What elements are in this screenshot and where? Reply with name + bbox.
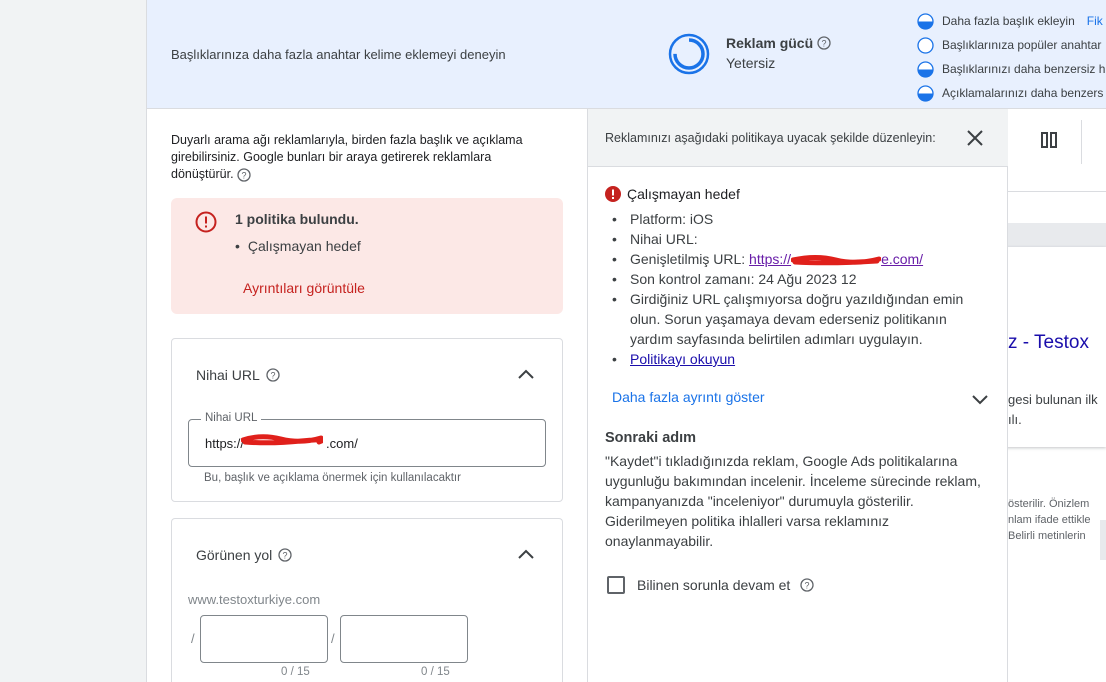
chevron-down-icon[interactable]: [968, 387, 992, 411]
continue-checkbox[interactable]: [607, 576, 625, 594]
preview-disclaimer-line: nlam ifade ettikle: [1008, 514, 1091, 526]
close-icon[interactable]: [965, 128, 985, 148]
final-url-section-title: Nihai URL ?: [196, 367, 280, 383]
chevron-up-icon[interactable]: [514, 543, 538, 567]
help-icon[interactable]: ?: [237, 168, 251, 182]
half-circle-icon: [917, 84, 934, 102]
rsa-intro-text: Duyarlı arama ağı reklamlarıyla, birden …: [171, 133, 523, 181]
chevron-up-icon[interactable]: [514, 363, 538, 387]
half-circle-icon: [917, 60, 934, 78]
path-separator: /: [191, 631, 195, 646]
display-path-section: Görünen yol ? www.testoxturkiye.com / / …: [171, 518, 563, 682]
final-url-prefix: https://: [205, 436, 245, 451]
suggestion-item[interactable]: Daha fazla başlık ekleyin Fik: [917, 9, 1106, 33]
policy-alert-title: 1 politika bulundu.: [235, 211, 359, 227]
ad-strength-ring-icon: [668, 33, 710, 75]
final-url-field-label: Nihai URL: [201, 412, 262, 424]
view-details-link[interactable]: Ayrıntıları görüntüle: [243, 280, 365, 296]
suggestion-item[interactable]: Açıklamalarınızı daha benzers: [917, 81, 1106, 105]
svg-text:?: ?: [805, 581, 810, 591]
scrollbar[interactable]: [1100, 520, 1106, 560]
suggestion-item[interactable]: Başlıklarınıza popüler anahtar: [917, 33, 1106, 57]
detail-last-check: Son kontrol zamanı: 24 Ağu 2023 12: [610, 269, 980, 289]
preview-disclaimer-line: Belirli metinlerin: [1008, 530, 1086, 542]
next-step-body: "Kaydet"i tıkladığınızda reklam, Google …: [605, 453, 981, 549]
path2-char-count: 0 / 15: [421, 666, 450, 678]
suggestion-text: Başlıklarınızı daha benzersiz h: [942, 62, 1106, 76]
detail-final-url: Nihai URL:: [610, 229, 980, 249]
ad-strength-label: Reklam gücü: [726, 35, 814, 51]
keyword-hint: Başlıklarınıza daha fazla anahtar kelime…: [171, 47, 506, 62]
redaction-mark: [241, 434, 323, 446]
detail-instruction: Girdiğiniz URL çalışmıyorsa doğru yazıld…: [610, 289, 980, 349]
policy-panel-header-text: Reklamınızı aşağıdaki politikaya uyacak …: [605, 131, 936, 145]
policy-panel: Reklamınızı aşağıdaki politikaya uyacak …: [587, 109, 1008, 682]
expanded-url-label: Genişletilmiş URL:: [630, 251, 750, 267]
continue-known-issue[interactable]: Bilinen sorunla devam et ?: [607, 576, 814, 594]
policy-alert: 1 politika bulundu. Çalışmayan hedef Ayr…: [171, 198, 563, 314]
error-icon: [195, 211, 217, 233]
expanded-url-suffix: e.com/: [881, 251, 924, 267]
policy-error-title: Çalışmayan hedef: [627, 186, 740, 202]
preview-desc-line: gesi bulunan ilk: [1008, 392, 1098, 407]
suggestion-fix-link[interactable]: Fik: [1087, 14, 1103, 28]
redaction-mark: [791, 255, 882, 266]
detail-expanded-url: Genişletilmiş URL: https:// e.com/: [610, 249, 980, 269]
ad-strength-banner: Başlıklarınıza daha fazla anahtar kelime…: [147, 0, 1106, 109]
read-policy-link[interactable]: Politikayı okuyun: [630, 351, 735, 367]
final-url-section-title-text: Nihai URL: [196, 367, 260, 383]
pause-icon[interactable]: [1040, 131, 1058, 149]
policy-details-list: Platform: iOS Nihai URL: Genişletilmiş U…: [610, 209, 980, 369]
expanded-url-prefix: https://: [749, 251, 792, 267]
preview-disclaimer-line: österilir. Önizlem: [1008, 498, 1090, 510]
suggestion-text: Daha fazla başlık ekleyin: [942, 14, 1075, 28]
ad-strength-value: Yetersiz: [726, 55, 776, 71]
path-separator: /: [331, 631, 335, 646]
final-url-suffix: .com/: [326, 436, 358, 451]
suggestion-item[interactable]: Başlıklarınızı daha benzersiz h: [917, 57, 1106, 81]
preview-desc-line: ılı.: [1008, 412, 1022, 427]
empty-circle-icon: [917, 36, 934, 54]
path1-input[interactable]: [200, 615, 328, 663]
expanded-url-link[interactable]: https:// e.com/: [749, 251, 923, 267]
policy-panel-header: Reklamınızı aşağıdaki politikaya uyacak …: [588, 109, 1008, 167]
detail-read-policy: Politikayı okuyun: [610, 349, 980, 369]
help-icon[interactable]: ?: [800, 578, 814, 592]
suggestion-text: Başlıklarınıza popüler anahtar: [942, 38, 1102, 52]
svg-text:?: ?: [821, 39, 826, 49]
final-url-input[interactable]: Nihai URL https:// .com/: [188, 412, 546, 467]
preview-description: gesi bulunan ilk ılı.: [1008, 390, 1098, 430]
display-path-domain: www.testoxturkiye.com: [188, 592, 321, 607]
rsa-intro: Duyarlı arama ağı reklamlarıyla, birden …: [171, 132, 551, 183]
preview-toolbar: [1008, 110, 1106, 192]
policy-alert-item: Çalışmayan hedef: [235, 238, 361, 254]
more-details-toggle[interactable]: Daha fazla ayrıntı göster: [612, 389, 765, 405]
path2-input[interactable]: [340, 615, 468, 663]
final-url-section: Nihai URL ? Nihai URL https:// .com/ Bu, …: [171, 338, 563, 502]
svg-text:?: ?: [242, 170, 247, 180]
error-icon: [605, 186, 621, 202]
toolbar-divider: [1081, 120, 1082, 164]
preview-headline: z - Testox: [1008, 332, 1089, 353]
preview-disclaimer: österilir. Önizlem nlam ifade ettikle Be…: [1008, 496, 1091, 544]
continue-checkbox-label: Bilinen sorunla devam et: [637, 577, 791, 593]
display-path-section-title-text: Görünen yol: [196, 547, 273, 563]
svg-text:?: ?: [283, 551, 288, 561]
next-step-title: Sonraki adım: [605, 430, 697, 446]
preview-strip: [1008, 223, 1106, 247]
svg-text:?: ?: [270, 371, 275, 381]
help-icon[interactable]: ?: [266, 368, 280, 382]
help-icon[interactable]: ?: [817, 36, 831, 50]
display-path-section-title: Görünen yol ?: [196, 547, 292, 563]
path1-char-count: 0 / 15: [281, 666, 310, 678]
detail-platform: Platform: iOS: [610, 209, 980, 229]
suggestion-text: Açıklamalarınızı daha benzers: [942, 86, 1104, 100]
final-url-helper: Bu, başlık ve açıklama önermek için kull…: [204, 472, 461, 484]
page-gutter: [0, 0, 146, 682]
policy-error-heading: Çalışmayan hedef: [605, 186, 740, 202]
strength-suggestions: Daha fazla başlık ekleyin Fik Başlıkları…: [917, 9, 1106, 105]
half-circle-icon: [917, 12, 934, 30]
help-icon[interactable]: ?: [278, 548, 292, 562]
